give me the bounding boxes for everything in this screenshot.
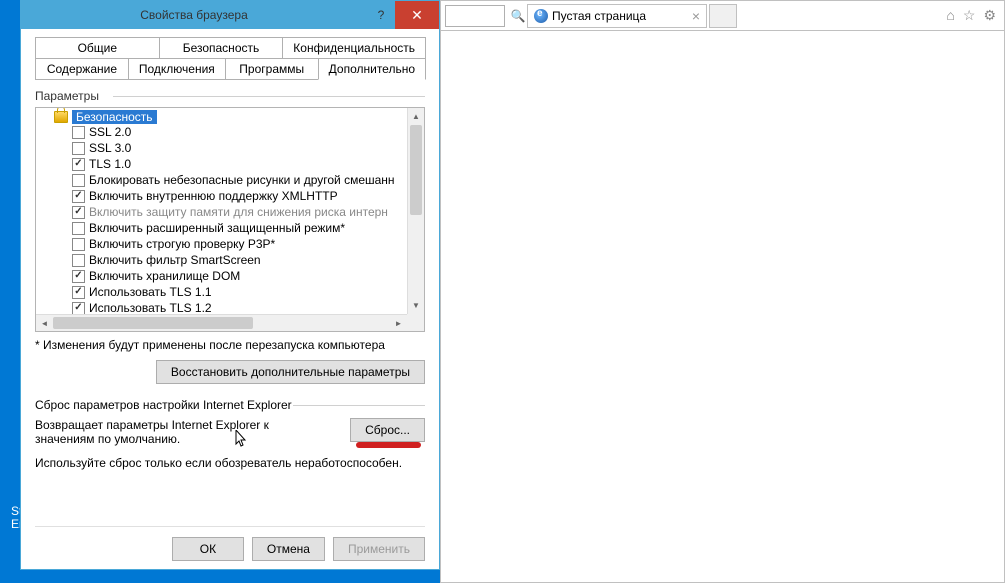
scroll-corner	[407, 314, 424, 331]
close-button[interactable]: ✕	[395, 1, 439, 29]
vertical-scrollbar[interactable]: ▲ ▼	[407, 108, 424, 314]
scroll-right-button[interactable]: ►	[390, 315, 407, 331]
tree-item[interactable]: Включить защиту памяти для снижения риск…	[54, 204, 422, 220]
settings-tree[interactable]: Безопасность SSL 2.0 SSL 3.0 TLS 1.0 Блокир…	[35, 107, 425, 332]
tree-item-label: Использовать TLS 1.2	[89, 301, 212, 315]
ok-button[interactable]: ОК	[172, 537, 244, 561]
restart-note: * Изменения будут применены после переза…	[35, 338, 425, 352]
restore-defaults-button[interactable]: Восстановить дополнительные параметры	[156, 360, 425, 384]
tree-item[interactable]: Включить внутреннюю поддержку XMLHTTP	[54, 188, 422, 204]
ie-toolbar: 🔍 Пустая страница × ⌂ ☆ ⚙	[440, 0, 1005, 31]
ie-tab[interactable]: Пустая страница ×	[527, 4, 707, 28]
ie-logo-icon	[534, 9, 548, 23]
reset-section-label: Сброс параметров настройки Internet Expl…	[35, 398, 425, 412]
tree-item-label: Блокировать небезопасные рисунки и друго…	[89, 173, 395, 187]
checkbox[interactable]	[72, 174, 85, 187]
favorites-icon[interactable]: ☆	[963, 7, 976, 24]
gear-icon[interactable]: ⚙	[983, 7, 996, 24]
help-button[interactable]: ?	[367, 1, 395, 29]
close-icon[interactable]: ×	[692, 8, 700, 24]
scroll-down-button[interactable]: ▼	[408, 297, 424, 314]
ie-tab-title: Пустая страница	[552, 9, 646, 23]
parameters-label: Параметры	[35, 89, 425, 103]
tree-item[interactable]: Включить фильтр SmartScreen	[54, 252, 422, 268]
tree-item[interactable]: SSL 2.0	[54, 124, 422, 140]
new-tab-button[interactable]	[709, 4, 737, 28]
checkbox[interactable]	[72, 302, 85, 315]
reset-advice: Используйте сброс только если обозревате…	[35, 456, 425, 470]
tree-item[interactable]: TLS 1.0	[54, 156, 422, 172]
ie-page-content	[440, 31, 1005, 583]
tree-item-label: Включить внутреннюю поддержку XMLHTTP	[89, 189, 338, 203]
ie-address-bar[interactable]	[445, 5, 505, 27]
dialog-title: Свойства браузера	[21, 8, 367, 22]
tree-item-label: Включить расширенный защищенный режим*	[89, 221, 345, 235]
checkbox[interactable]	[72, 126, 85, 139]
checkbox[interactable]	[72, 142, 85, 155]
scroll-up-button[interactable]: ▲	[408, 108, 424, 125]
checkbox[interactable]	[72, 254, 85, 267]
tree-item[interactable]: Использовать TLS 1.1	[54, 284, 422, 300]
tab-advanced[interactable]: Дополнительно	[318, 58, 426, 80]
checkbox[interactable]	[72, 222, 85, 235]
title-bar: Свойства браузера ? ✕	[21, 1, 439, 29]
reset-description: Возвращает параметры Internet Explorer к…	[35, 418, 269, 446]
tab-programs[interactable]: Программы	[225, 58, 319, 80]
tree-item[interactable]: Включить расширенный защищенный режим*	[54, 220, 422, 236]
tree-item-label: TLS 1.0	[89, 157, 131, 171]
tree-item-label: Включить защиту памяти для снижения риск…	[89, 205, 388, 219]
tree-item[interactable]: Блокировать небезопасные рисунки и друго…	[54, 172, 422, 188]
scroll-thumb[interactable]	[410, 125, 422, 215]
tree-item-label: Включить строгую проверку P3P*	[89, 237, 275, 251]
reset-button[interactable]: Сброс...	[350, 418, 425, 442]
tab-general[interactable]: Общие	[35, 37, 160, 59]
apply-button[interactable]: Применить	[333, 537, 425, 561]
checkbox[interactable]	[72, 270, 85, 283]
tab-content[interactable]: Содержание	[35, 58, 129, 80]
home-icon[interactable]: ⌂	[946, 7, 954, 24]
tabs: Общие Безопасность Конфиденциальность Со…	[35, 37, 425, 79]
checkbox[interactable]	[72, 206, 85, 219]
tab-security[interactable]: Безопасность	[159, 37, 284, 59]
lock-icon	[54, 111, 68, 123]
internet-options-dialog: Свойства браузера ? ✕ Общие Безопасность…	[20, 0, 440, 570]
tree-item-label: Использовать TLS 1.1	[89, 285, 212, 299]
tree-category-security: Безопасность	[54, 110, 422, 124]
scroll-thumb-h[interactable]	[53, 317, 253, 329]
highlight-marker	[356, 442, 421, 448]
cursor-icon	[235, 430, 249, 451]
tree-item-label: SSL 3.0	[89, 141, 131, 155]
tree-item[interactable]: SSL 3.0	[54, 140, 422, 156]
tab-privacy[interactable]: Конфиденциальность	[282, 37, 426, 59]
tree-item-label: SSL 2.0	[89, 125, 131, 139]
checkbox[interactable]	[72, 190, 85, 203]
tree-item-label: Включить хранилище DOM	[89, 269, 240, 283]
tab-connections[interactable]: Подключения	[128, 58, 226, 80]
category-label: Безопасность	[72, 110, 157, 124]
tree-item[interactable]: Включить строгую проверку P3P*	[54, 236, 422, 252]
checkbox[interactable]	[72, 286, 85, 299]
tree-item[interactable]: Включить хранилище DOM	[54, 268, 422, 284]
cancel-button[interactable]: Отмена	[252, 537, 325, 561]
tree-item-label: Включить фильтр SmartScreen	[89, 253, 261, 267]
checkbox[interactable]	[72, 158, 85, 171]
scroll-left-button[interactable]: ◄	[36, 315, 53, 331]
horizontal-scrollbar[interactable]: ◄ ►	[36, 314, 407, 331]
search-icon[interactable]: 🔍	[509, 9, 527, 23]
checkbox[interactable]	[72, 238, 85, 251]
